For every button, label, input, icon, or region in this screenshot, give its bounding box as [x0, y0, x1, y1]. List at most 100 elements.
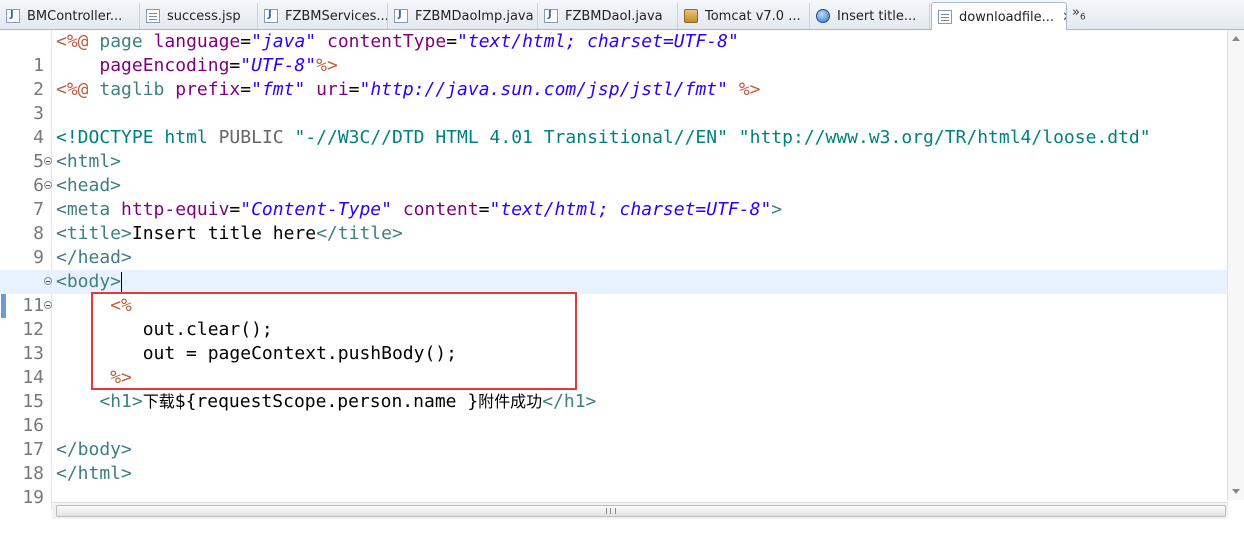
code-line-current: 11 <body>: [0, 270, 1228, 316]
code-token: =: [240, 31, 252, 52]
code-token: "UTF-8": [240, 55, 317, 76]
code-line: 4: [0, 102, 1228, 148]
code-line: 3 <%@ taglib prefix="fmt" uri="http://ja…: [0, 78, 1228, 124]
code-token: html: [164, 127, 208, 148]
code-line: 5 <!DOCTYPE html PUBLIC "-//W3C//DTD HTM…: [0, 126, 1228, 172]
code-token: Insert title here: [131, 223, 317, 244]
code-token: <html>: [56, 151, 122, 172]
tab-label: FZBMDaoImp.java: [415, 8, 534, 24]
tab-success-jsp[interactable]: success.jsp: [140, 3, 258, 29]
tab-downloadfile[interactable]: downloadfile... ✕: [931, 2, 1067, 31]
code-token: <title>: [56, 223, 132, 244]
code-token: 附件成功: [478, 392, 543, 411]
code-token: =: [240, 79, 252, 100]
code-token: =: [229, 199, 241, 220]
code-token: "text/html; charset=UTF-8": [457, 31, 739, 52]
code-token: >: [771, 199, 783, 220]
highlight-box: [91, 292, 577, 390]
code-token: ${requestScope.person.name }: [174, 391, 479, 412]
tab-fzbmservices[interactable]: FZBMServices...: [258, 3, 388, 29]
code-token: =: [478, 199, 490, 220]
tab-label: Insert title...: [837, 8, 917, 24]
code-token: </html>: [56, 463, 132, 484]
code-token: "fmt": [251, 79, 306, 100]
tab-fzbmdaoimp[interactable]: FZBMDaoImp.java: [388, 3, 538, 29]
code-line: 17: [0, 414, 1228, 460]
scrollbar-thumb[interactable]: [56, 505, 1226, 517]
editor-tab-bar: BMController... success.jsp FZBMServices…: [0, 0, 1244, 31]
code-token: 下载: [142, 392, 175, 411]
fold-toggle-icon[interactable]: [44, 301, 52, 309]
code-token: %>: [738, 79, 761, 100]
code-token: </title>: [316, 223, 403, 244]
jsp-file-icon: [146, 9, 160, 23]
tab-bmcontroller[interactable]: BMController...: [0, 3, 140, 29]
vertical-scrollbar[interactable]: [1227, 30, 1244, 500]
code-token: prefix: [175, 79, 241, 100]
code-token: "http://java.sun.com/jsp/jstl/fmt": [359, 79, 728, 100]
code-line: 2 pageEncoding="UTF-8"%>: [0, 54, 1228, 100]
overflow-chevron-icon: »: [1072, 5, 1080, 20]
code-token: language: [153, 31, 241, 52]
tab-fzbmdaoi[interactable]: FZBMDaoI.java: [538, 3, 678, 29]
code-token: </head>: [56, 247, 132, 268]
code-line: 6 <html>: [0, 150, 1228, 196]
tab-label: FZBMDaoI.java: [565, 8, 663, 24]
code-line: 16 <h1>下载${requestScope.person.name }附件成…: [0, 390, 1228, 436]
close-icon[interactable]: ✕: [1062, 10, 1066, 25]
code-token: <body>: [56, 271, 122, 292]
code-line: 8 <meta http-equiv="Content-Type" conten…: [0, 198, 1228, 244]
fold-toggle-icon[interactable]: [44, 157, 52, 165]
java-file-icon: [6, 9, 20, 23]
code-token: pageEncoding: [99, 55, 230, 76]
code-token: </h1>: [542, 391, 597, 412]
code-token: <!DOCTYPE: [56, 127, 154, 148]
line-number: 19: [22, 487, 44, 508]
code-token: <%@: [56, 79, 89, 100]
tab-label: BMController...: [27, 8, 123, 24]
code-token: http-equiv: [121, 199, 230, 220]
grip-icon: [606, 508, 616, 514]
code-token: content: [402, 199, 479, 220]
code-line: 7 <head>: [0, 174, 1228, 220]
tab-label: downloadfile...: [959, 9, 1055, 25]
code-token: <%@: [56, 31, 89, 52]
code-token: %>: [316, 55, 338, 76]
code-line: 1 <%@ page language="java" contentType="…: [0, 30, 1228, 76]
code-token: "-//W3C//DTD HTML 4.01 Transitional//EN": [294, 127, 728, 148]
code-editor[interactable]: 1 <%@ page language="java" contentType="…: [0, 30, 1244, 522]
scroll-down-icon[interactable]: [1232, 489, 1240, 494]
code-token: taglib: [99, 79, 165, 100]
tab-label: FZBMServices...: [285, 8, 388, 24]
code-token: <h1>: [99, 391, 143, 412]
java-file-icon: [394, 9, 408, 23]
horizontal-scrollbar[interactable]: [52, 502, 1228, 519]
code-token: "http://www.w3.org/TR/html4/loose.dtd": [738, 127, 1151, 148]
tab-overflow-button[interactable]: »6: [1072, 5, 1086, 23]
code-token: "Content-Type": [240, 199, 392, 220]
code-token: PUBLIC: [218, 127, 284, 148]
code-line: 18 </body>: [0, 438, 1228, 484]
code-token: =: [446, 31, 458, 52]
code-line: 9 <title>Insert title here</title>: [0, 222, 1228, 268]
overflow-count: 6: [1079, 12, 1086, 23]
code-token: =: [348, 79, 360, 100]
fold-toggle-icon[interactable]: [44, 181, 52, 189]
tab-label: Tomcat v7.0 ...: [705, 8, 801, 24]
jsp-file-icon: [938, 10, 952, 24]
java-file-icon: [544, 9, 558, 23]
code-token: <meta: [56, 199, 111, 220]
code-token: <head>: [56, 175, 122, 196]
java-file-icon: [264, 9, 278, 23]
code-token: page: [99, 31, 143, 52]
fold-toggle-icon[interactable]: [44, 277, 52, 285]
code-token: "text/html; charset=UTF-8": [489, 199, 772, 220]
code-token: contentType: [326, 31, 447, 52]
scroll-up-icon[interactable]: [1232, 36, 1240, 41]
code-line: 19 </html>: [0, 462, 1228, 508]
tab-label: success.jsp: [167, 8, 241, 24]
tab-insert-title[interactable]: Insert title...: [810, 3, 930, 29]
tab-tomcat[interactable]: Tomcat v7.0 ...: [678, 3, 810, 29]
code-line: 10 </head>: [0, 246, 1228, 292]
code-token: "java": [251, 31, 317, 52]
